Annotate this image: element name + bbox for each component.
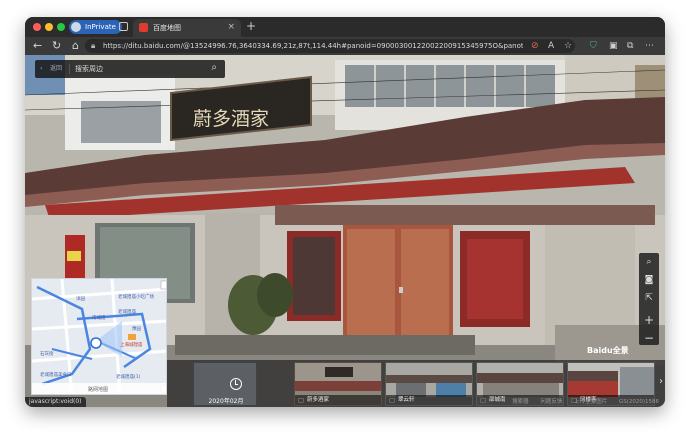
- minimap-label-shihui: 石灰街: [40, 352, 54, 357]
- title-bar: InPrivate 百度地图 × +: [25, 17, 665, 37]
- zoom-out-button[interactable]: −: [639, 329, 659, 347]
- thumbnail-item[interactable]: 蔚多酒家: [294, 362, 382, 406]
- back-arrow-icon[interactable]: ←: [33, 39, 42, 53]
- baidu-panorama-logo: Baidu全景: [587, 346, 629, 355]
- navigation-toolbar: ← ↻ ⌂ 🔒︎ https://ditu.baidu.com/@1352499…: [25, 37, 665, 55]
- tab-baidu-map[interactable]: 百度地图 ×: [133, 19, 241, 37]
- tab-actions-icon[interactable]: [119, 22, 128, 31]
- search-tool-icon[interactable]: ⌕: [639, 253, 659, 271]
- minimap-footer: 路网地图: [32, 383, 166, 394]
- zoom-in-button[interactable]: +: [639, 311, 659, 329]
- close-window-button[interactable]: [33, 23, 41, 31]
- new-tab-button[interactable]: +: [246, 19, 256, 33]
- url-text[interactable]: https://ditu.baidu.com/@13524996.76,3640…: [103, 41, 523, 51]
- minimap-label-yangyuan: 洋园: [76, 297, 85, 302]
- search-icon[interactable]: ⌕: [211, 62, 217, 73]
- minimize-window-button[interactable]: [45, 23, 53, 31]
- minimap[interactable]: 洋园 老城隍庙小吃广场 老城隍庙 南城隍 豫园 上海城隍庙 老城隍庙(1) 石灰…: [31, 278, 167, 395]
- thumbnail-label: 翠云轩: [386, 395, 472, 405]
- minimap-label-snack-plaza: 老城隍庙小吃广场: [118, 295, 154, 300]
- footer-links: 搜索器 问题反馈 上传全景图片 GS(2020)1586: [502, 397, 659, 407]
- browser-window: InPrivate 百度地图 × + ← ↻ ⌂ 🔒︎ https://ditu…: [25, 17, 665, 407]
- search-box: ‹ 返回 ⌕: [35, 60, 225, 78]
- share-icon[interactable]: ⇱: [639, 289, 659, 307]
- maximize-window-button[interactable]: [57, 23, 65, 31]
- favorite-star-icon[interactable]: ☆: [564, 40, 572, 52]
- tracking-block-icon[interactable]: ⊘: [531, 40, 539, 52]
- clock-icon: [230, 378, 242, 390]
- minimap-label-old-temple-1: 老城隍庙(1): [116, 375, 141, 380]
- tab-close-icon[interactable]: ×: [227, 22, 235, 32]
- status-url: javascript:void(0): [25, 397, 86, 407]
- date-selector[interactable]: 2020年02月: [193, 362, 257, 406]
- tab-title: 百度地图: [153, 24, 181, 32]
- footer-link[interactable]: 上传全景图片: [574, 399, 607, 405]
- minimap-label-shanghai-temple: 上海城隍庙: [120, 343, 143, 348]
- lock-icon[interactable]: 🔒︎: [91, 41, 95, 51]
- search-divider: [69, 64, 70, 74]
- thumbnail-label: 蔚多酒家: [295, 395, 381, 405]
- collections-icon[interactable]: ⧉: [627, 40, 633, 52]
- thumbnail-item[interactable]: 翠云轩: [385, 362, 473, 406]
- minimap-label-old-temple: 老城隍庙: [118, 310, 136, 315]
- read-aloud-icon[interactable]: A: [548, 40, 554, 52]
- minimap-label-yuyuan: 豫园: [132, 327, 141, 332]
- search-input[interactable]: [75, 62, 200, 76]
- search-back-label[interactable]: 返回: [50, 63, 62, 75]
- address-bar[interactable]: 🔒︎ https://ditu.baidu.com/@13524996.76,3…: [85, 39, 575, 53]
- inprivate-badge[interactable]: InPrivate: [69, 20, 122, 34]
- search-back-arrow-icon[interactable]: ‹: [40, 63, 42, 75]
- home-icon[interactable]: ⌂: [72, 39, 79, 53]
- baidu-map-street-view: 蔚多酒家 ‹ 返回 搜索周边 ⌕ 洋园 老城隍庙小吃广场 老城隍庙 南城隍 豫园…: [25, 55, 665, 407]
- map-type-label[interactable]: 路网地图: [88, 386, 108, 393]
- reload-icon[interactable]: ↻: [52, 39, 61, 53]
- footer-link[interactable]: 问题反馈: [540, 399, 562, 405]
- minimap-label-south: 南城隍: [92, 316, 106, 321]
- minimap-label-food: 老城隍庙美食口: [40, 373, 72, 378]
- inprivate-label: InPrivate: [85, 23, 116, 31]
- split-screen-icon[interactable]: ▣: [609, 40, 618, 52]
- shield-icon[interactable]: ⛉: [590, 40, 597, 52]
- right-tool-column: ⌕ ◙ ⇱ + −: [639, 253, 659, 345]
- more-menu-icon[interactable]: ⋯: [645, 40, 654, 52]
- strip-next-arrow-icon[interactable]: ›: [659, 376, 663, 387]
- baidu-map-favicon-icon: [139, 23, 148, 32]
- date-label: 2020年02月: [208, 398, 244, 405]
- shop-sign-text: 蔚多酒家: [193, 108, 269, 130]
- footer-link[interactable]: 搜索器: [512, 399, 529, 405]
- footer-link[interactable]: GS(2020)1586: [619, 399, 659, 405]
- camera-icon[interactable]: ◙: [639, 271, 659, 289]
- avatar: [71, 22, 81, 32]
